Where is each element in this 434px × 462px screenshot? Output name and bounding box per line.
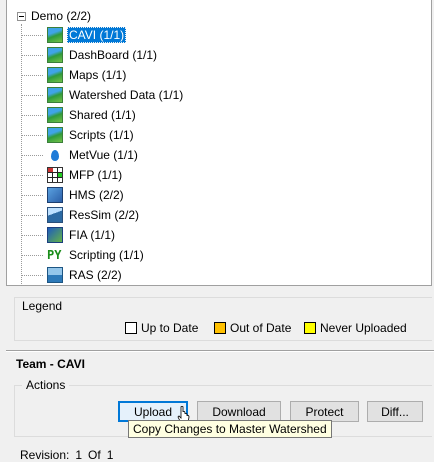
upload-tooltip: Copy Changes to Master Watershed bbox=[128, 420, 332, 438]
tree-item[interactable]: RAS (2/2) bbox=[21, 266, 124, 284]
actions-title: Actions bbox=[22, 378, 70, 392]
tree-root-demo[interactable]: Demo (2/2) bbox=[17, 8, 93, 24]
legend-label-never-uploaded: Never Uploaded bbox=[320, 321, 407, 335]
hms-icon bbox=[47, 187, 63, 203]
fia-icon bbox=[47, 227, 63, 243]
collapse-icon[interactable] bbox=[17, 11, 26, 21]
tree-item[interactable]: MFP (1/1) bbox=[21, 166, 124, 184]
tree-item[interactable]: ResSim (2/2) bbox=[21, 206, 141, 224]
legend-out-of-date: Out of Date bbox=[214, 321, 291, 335]
globe-icon bbox=[47, 107, 63, 123]
tree-item-label: Maps (1/1) bbox=[69, 68, 127, 82]
tree-item-label: MetVue (1/1) bbox=[69, 148, 138, 162]
tree-root-label: Demo (2/2) bbox=[31, 9, 92, 23]
globe-icon bbox=[47, 127, 63, 143]
tree-connector bbox=[21, 34, 43, 36]
legend-never-uploaded: Never Uploaded bbox=[304, 321, 407, 335]
tree-item[interactable]: Shared (1/1) bbox=[21, 106, 138, 124]
tree-item-label: HMS (2/2) bbox=[69, 188, 124, 202]
globe-icon bbox=[47, 67, 63, 83]
revision-value: 1 bbox=[75, 448, 83, 462]
tree-item-label: RAS (2/2) bbox=[69, 268, 122, 282]
revision-row: Revision: 1 Of 1 bbox=[20, 448, 113, 462]
tree-item-label: ResSim (2/2) bbox=[69, 208, 140, 222]
tree-item[interactable]: Maps (1/1) bbox=[21, 66, 128, 84]
tree-item[interactable]: PY Scripting (1/1) bbox=[21, 246, 146, 264]
team-title: Team - CAVI bbox=[16, 357, 85, 371]
globe-icon bbox=[47, 87, 63, 103]
legend-swatch-yellow bbox=[304, 322, 316, 334]
tree-item-label: CAVI (1/1) bbox=[67, 27, 127, 43]
tree-item[interactable]: FIA (1/1) bbox=[21, 226, 117, 244]
tree-item-label: MFP (1/1) bbox=[69, 168, 123, 182]
tree-item[interactable]: CAVI (1/1) bbox=[21, 26, 127, 44]
tree-connector bbox=[21, 274, 43, 276]
tree-connector bbox=[21, 254, 43, 256]
tree-connector bbox=[21, 174, 43, 176]
revision-total: 1 bbox=[106, 448, 114, 462]
tree-item-label: Shared (1/1) bbox=[69, 108, 136, 122]
tree-connector bbox=[21, 234, 43, 236]
legend-swatch-white bbox=[125, 322, 137, 334]
revision-of-label: Of bbox=[88, 448, 101, 462]
tree-connector bbox=[21, 134, 43, 136]
tree-item[interactable]: Watershed Data (1/1) bbox=[21, 86, 185, 104]
repository-tree[interactable]: Demo (2/2) CAVI (1/1) DashBoard (1/1) Maps… bbox=[6, 0, 432, 286]
tree-item[interactable]: Scripts (1/1) bbox=[21, 126, 136, 144]
panel-separator bbox=[6, 350, 434, 352]
tree-item-label: DashBoard (1/1) bbox=[69, 48, 158, 62]
tree-connector bbox=[21, 194, 43, 196]
tree-connector bbox=[21, 214, 43, 216]
tree-item-label: Scripts (1/1) bbox=[69, 128, 134, 142]
globe-icon bbox=[47, 47, 63, 63]
tree-connector bbox=[21, 94, 43, 96]
tree-item-label: FIA (1/1) bbox=[69, 228, 116, 242]
tree-connector bbox=[21, 154, 43, 156]
grid-icon bbox=[47, 167, 63, 183]
water-drop-icon bbox=[47, 147, 63, 163]
legend-label-out-of-date: Out of Date bbox=[230, 321, 292, 335]
tree-connector bbox=[21, 54, 43, 56]
protect-button[interactable]: Protect bbox=[290, 401, 359, 422]
ressim-icon bbox=[47, 207, 63, 223]
tree-connector bbox=[21, 74, 43, 76]
py-icon: PY bbox=[47, 248, 62, 262]
tree-item[interactable]: HMS (2/2) bbox=[21, 186, 126, 204]
ras-icon bbox=[47, 267, 63, 283]
download-button[interactable]: Download bbox=[197, 401, 281, 422]
legend-label-up-to-date: Up to Date bbox=[141, 321, 199, 335]
tree-item-label: Scripting (1/1) bbox=[69, 248, 144, 262]
tree-item-label: Watershed Data (1/1) bbox=[69, 88, 184, 102]
legend-up-to-date: Up to Date bbox=[125, 321, 198, 335]
diff-button[interactable]: Diff... bbox=[367, 401, 423, 422]
globe-icon bbox=[47, 27, 63, 43]
tree-item[interactable]: DashBoard (1/1) bbox=[21, 46, 159, 64]
tree-item[interactable]: MetVue (1/1) bbox=[21, 146, 140, 164]
tree-connector bbox=[21, 114, 43, 116]
revision-label: Revision: bbox=[20, 448, 70, 462]
legend-swatch-orange bbox=[214, 322, 226, 334]
legend-title: Legend bbox=[20, 299, 65, 313]
